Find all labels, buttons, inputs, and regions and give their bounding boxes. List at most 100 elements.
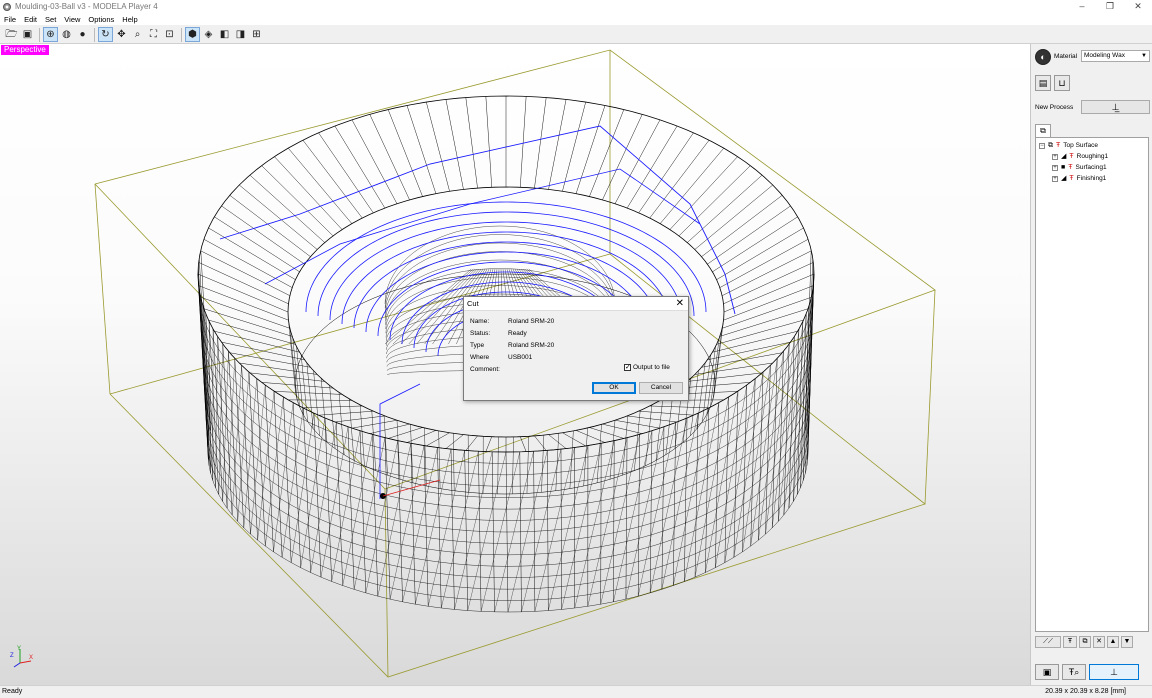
minimize-button[interactable]: – [1068, 0, 1096, 13]
toolbar-separator [39, 27, 40, 42]
menu-set[interactable]: Set [45, 15, 56, 24]
open-file-icon[interactable]: 🗁 [4, 27, 19, 42]
move-up-icon[interactable]: ▲ [1107, 636, 1119, 648]
tool-settings-icon[interactable]: Ŧ [1063, 636, 1077, 648]
menu-help[interactable]: Help [122, 15, 137, 24]
view-iso-icon[interactable]: ⬢ [185, 27, 200, 42]
inner-wall-line [712, 329, 723, 400]
view-quad-icon[interactable]: ⊞ [249, 27, 264, 42]
material-icon[interactable]: ◐ [1035, 49, 1051, 65]
zoom-icon[interactable]: ⌕ [130, 27, 145, 42]
rim-radial-line [369, 423, 410, 434]
dialog-title: Cut [467, 299, 479, 308]
outer-wall-diagonal [661, 413, 699, 590]
sphere-solid-icon[interactable]: ● [75, 27, 90, 42]
tree-node-finishing[interactable]: + ◢ Ŧ Finishing1 [1052, 175, 1106, 182]
tree-node-top-surface[interactable]: − ⧉ Ŧ Top Surface [1039, 142, 1098, 149]
inner-wall-line [348, 398, 355, 461]
window-title: Moulding-03-Ball v3 - MODELA Player 4 [15, 2, 158, 11]
tree-tab-icon[interactable]: ⧉ [1035, 124, 1051, 137]
material-value: Modeling Wax [1084, 52, 1125, 59]
field-value: Roland SRM-20 [508, 318, 555, 325]
rim-radial-line [465, 435, 478, 451]
menu-bar: File Edit Set View Options Help [0, 13, 1152, 25]
preview-cut-icon[interactable]: Ŧ⌕ [1062, 664, 1086, 680]
tool-icon: Ŧ [1069, 153, 1074, 160]
field-label: Comment: [470, 366, 500, 373]
outer-wall-diagonal [673, 408, 709, 586]
cut-button-icon[interactable]: ⊥ [1089, 664, 1139, 680]
rim-radial-line [388, 427, 423, 439]
cut-dialog: Cut ✕ Name: Roland SRM-20 Status: Ready … [463, 296, 689, 401]
outer-wall-diagonal [587, 437, 628, 607]
outer-wall-diagonal [377, 443, 411, 597]
field-where: Where USB001 [470, 354, 532, 361]
process-tree[interactable]: − ⧉ Ŧ Top Surface + ◢ Ŧ Roughing1 + ■ Ŧ … [1035, 137, 1149, 632]
delete-icon[interactable]: ✕ [1093, 636, 1105, 648]
rim-radial-line [208, 227, 296, 280]
copy-icon[interactable]: ⧉ [1079, 636, 1091, 648]
fit-view-icon[interactable]: ⊡ [162, 27, 177, 42]
tree-node-surfacing[interactable]: + ■ Ŧ Surfacing1 [1052, 164, 1107, 171]
zoom-box-icon[interactable]: ⛶ [146, 27, 161, 42]
rim-radial-line [274, 391, 343, 395]
menu-options[interactable]: Options [88, 15, 114, 24]
rim-radial-line [351, 420, 398, 429]
view-side-icon[interactable]: ◨ [233, 27, 248, 42]
cancel-button[interactable]: Cancel [639, 382, 683, 394]
wireframe-view-icon[interactable]: ⊕ [43, 27, 58, 42]
dialog-close-icon[interactable]: ✕ [676, 297, 684, 310]
bounding-box-edge [94, 183, 111, 395]
close-button[interactable]: ✕ [1124, 0, 1152, 13]
save-icon[interactable]: ▣ [20, 27, 35, 42]
base-settings-icon[interactable]: ⊔ [1054, 75, 1070, 91]
rim-radial-line [716, 227, 804, 280]
menu-file[interactable]: File [4, 15, 16, 24]
rim-radial-line [239, 362, 318, 375]
expand-icon[interactable]: + [1052, 164, 1058, 171]
collapse-icon[interactable]: − [1039, 142, 1045, 149]
tree-node-label: Surfacing1 [1075, 164, 1107, 171]
dome-longitude [384, 268, 472, 345]
outer-wall-diagonal [389, 445, 425, 600]
rotate-icon[interactable]: ↻ [98, 27, 113, 42]
outer-wall-diagonal [226, 358, 235, 509]
menu-view[interactable]: View [64, 15, 80, 24]
maximize-button[interactable]: ❐ [1096, 0, 1124, 13]
field-label: Where [470, 354, 490, 361]
view-front-icon[interactable]: ◧ [217, 27, 232, 42]
new-process-button[interactable]: ⊥̲ [1081, 100, 1150, 114]
toolbar: 🗁 ▣ ⊕ ◍ ● ↻ ✥ ⌕ ⛶ ⊡ ⬢ ◈ ◧ ◨ ⊞ [0, 26, 1152, 44]
expand-icon[interactable]: + [1052, 175, 1058, 182]
field-name: Name: Roland SRM-20 [470, 318, 554, 325]
chevron-down-icon: ▼ [1141, 53, 1147, 59]
view-top-icon[interactable]: ◈ [201, 27, 216, 42]
field-status: Status: Ready [470, 330, 527, 337]
move-down-icon[interactable]: ▼ [1121, 636, 1133, 648]
material-select[interactable]: Modeling Wax ▼ [1081, 50, 1150, 62]
inner-wall-line [526, 436, 529, 494]
rim-radial-line [534, 97, 547, 189]
checkbox-check-icon[interactable]: ✓ [624, 364, 631, 371]
menu-edit[interactable]: Edit [24, 15, 37, 24]
pan-icon[interactable]: ✥ [114, 27, 129, 42]
output-to-file-checkbox[interactable]: ✓ Output to file [624, 364, 670, 371]
rim-radial-line [426, 432, 450, 447]
axis-indicator: Y X Z [9, 643, 35, 669]
rim-radial-line [239, 184, 318, 250]
process-panel: ◐ Material Modeling Wax ▼ ▤ ⊔ New Proces… [1030, 44, 1152, 685]
field-label: Name: [470, 318, 490, 325]
model-settings-icon[interactable]: ▤ [1035, 75, 1051, 91]
path-preview-icon[interactable]: ⟋⟋ [1035, 636, 1061, 648]
outer-wall-diagonal [694, 396, 729, 578]
surface-icon: ⧉ [1048, 142, 1053, 149]
rim-radial-line [638, 410, 694, 416]
rim-radial-line [302, 405, 363, 409]
new-process-label: New Process [1035, 104, 1074, 111]
ok-button[interactable]: OK [592, 382, 636, 394]
stop-icon[interactable]: ▣ [1035, 664, 1059, 680]
expand-icon[interactable]: + [1052, 153, 1058, 160]
outer-wall-diagonal [415, 449, 452, 605]
sphere-wire-icon[interactable]: ◍ [59, 27, 74, 42]
tree-node-roughing[interactable]: + ◢ Ŧ Roughing1 [1052, 153, 1108, 160]
